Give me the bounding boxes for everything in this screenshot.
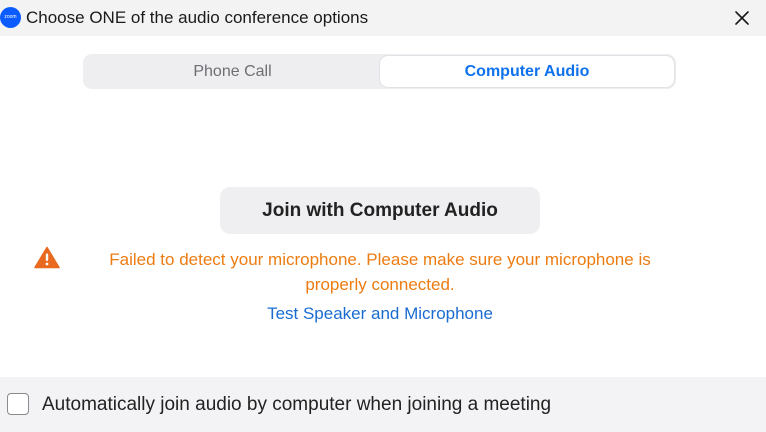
footer-bar: Automatically join audio by computer whe… — [0, 377, 766, 432]
audio-options-dialog: zoom Choose ONE of the audio conference … — [0, 0, 766, 432]
join-computer-audio-button[interactable]: Join with Computer Audio — [220, 187, 540, 234]
audio-option-tabs: Phone Call Computer Audio — [83, 54, 676, 89]
warning-triangle-icon — [34, 246, 60, 269]
auto-join-checkbox[interactable] — [7, 393, 29, 415]
window-title: Choose ONE of the audio conference optio… — [26, 8, 369, 27]
title-bar: zoom Choose ONE of the audio conference … — [0, 0, 766, 36]
tab-computer-audio[interactable]: Computer Audio — [380, 56, 674, 87]
close-button[interactable] — [732, 8, 752, 28]
test-speaker-microphone-link[interactable]: Test Speaker and Microphone — [180, 302, 580, 326]
close-icon — [735, 11, 749, 25]
zoom-logo-icon: zoom — [0, 7, 21, 28]
tab-phone-call[interactable]: Phone Call — [85, 56, 380, 87]
auto-join-label[interactable]: Automatically join audio by computer whe… — [42, 394, 551, 416]
microphone-warning-text: Failed to detect your microphone. Please… — [109, 250, 651, 294]
